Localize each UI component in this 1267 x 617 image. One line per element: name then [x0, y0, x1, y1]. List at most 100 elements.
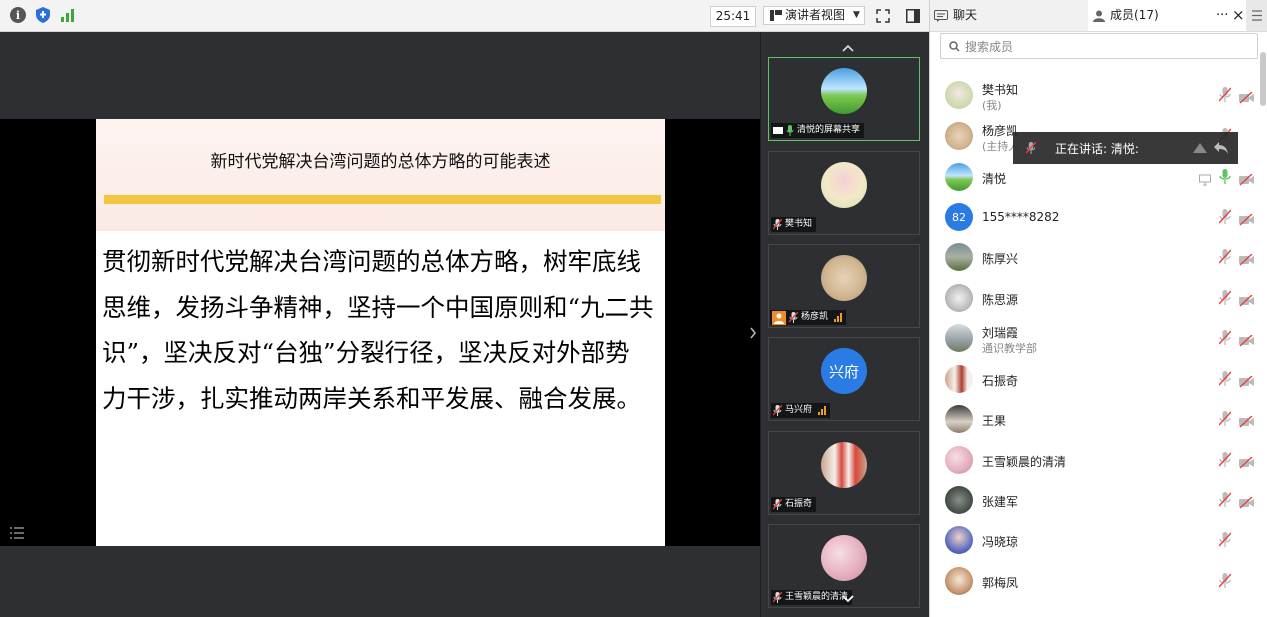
view-mode-dropdown[interactable]: 演讲者视图 ▼ — [763, 6, 865, 25]
camera-off-icon[interactable] — [1239, 89, 1254, 104]
tab-chat-label: 聊天 — [953, 8, 978, 22]
avatar — [821, 535, 867, 581]
panel-menu-icon[interactable] — [1246, 0, 1267, 31]
shield-icon[interactable] — [35, 7, 51, 23]
video-tile-name: 王雪颖晨的清清 — [785, 592, 849, 602]
scroll-up-icon[interactable] — [840, 40, 856, 54]
avatar: 兴府 — [821, 348, 867, 394]
mic-muted-icon[interactable] — [1218, 371, 1233, 387]
avatar — [945, 486, 973, 514]
camera-off-icon[interactable] — [1239, 211, 1254, 226]
scroll-down-icon[interactable] — [841, 590, 855, 603]
panel-tabs: 聊天 成员(17) ··· × — [930, 0, 1267, 32]
member-row[interactable]: 陈思源 — [929, 278, 1259, 318]
member-row[interactable]: 冯晓琼 — [929, 520, 1259, 560]
avatar — [821, 162, 867, 208]
close-icon[interactable]: × — [1232, 0, 1245, 31]
camera-off-icon[interactable] — [1239, 373, 1254, 388]
info-icon[interactable]: i — [10, 7, 26, 23]
mic-muted-icon — [773, 592, 782, 603]
member-row[interactable]: 石振奇 — [929, 359, 1259, 399]
mic-muted-icon — [773, 499, 782, 510]
list-menu-icon[interactable] — [9, 525, 25, 541]
mic-active-icon[interactable] — [1219, 169, 1233, 185]
mic-muted-icon[interactable] — [1218, 573, 1233, 589]
meeting-timer: 25:41 — [710, 6, 756, 27]
mic-muted-icon — [1026, 142, 1036, 154]
member-row[interactable]: 王果 — [929, 399, 1259, 439]
camera-off-icon[interactable] — [1239, 251, 1254, 266]
search-icon — [949, 40, 960, 52]
mic-muted-icon[interactable] — [1218, 290, 1233, 306]
presentation-slide: 新时代党解决台湾问题的总体方略的可能表述 贯彻新时代党解决台湾问题的总体方略，树… — [96, 119, 665, 546]
member-row[interactable]: 张建军 — [929, 480, 1259, 520]
member-row[interactable]: 陈厚兴 — [929, 237, 1259, 277]
member-icon — [1093, 10, 1105, 22]
screen-share-icon — [773, 126, 783, 134]
member-row[interactable]: 樊书知 (我) — [929, 75, 1259, 115]
avatar — [821, 255, 867, 301]
member-name: 陈厚兴 — [982, 252, 1019, 266]
mic-muted-icon[interactable] — [1218, 452, 1233, 468]
avatar — [945, 163, 973, 191]
more-options-icon[interactable]: ··· — [1216, 0, 1228, 31]
member-name: 刘瑞霞 — [982, 326, 1019, 340]
avatar — [945, 324, 973, 352]
slide-title-underline — [104, 195, 661, 204]
camera-off-icon[interactable] — [1239, 292, 1254, 307]
video-tile-label: 樊书知 — [771, 217, 817, 232]
member-row[interactable]: 郭梅凤 — [929, 561, 1259, 601]
signal-strength-icon — [818, 406, 827, 415]
video-tile[interactable]: 樊书知 — [768, 151, 920, 235]
video-tile-screen-share[interactable]: 清悦的屏幕共享 — [768, 57, 920, 141]
toggle-sidebar-icon[interactable] — [906, 8, 920, 23]
tab-members[interactable]: 成员(17) — [1093, 0, 1159, 31]
member-name: 冯晓琼 — [982, 535, 1019, 549]
member-name: 155****8282 — [982, 210, 1060, 224]
member-search-input[interactable]: 搜索成员 — [940, 33, 1258, 59]
mic-muted-icon[interactable] — [1218, 249, 1233, 265]
mic-muted-icon[interactable] — [1218, 209, 1233, 225]
member-list-scrollbar[interactable] — [1260, 52, 1266, 106]
mic-muted-icon[interactable] — [1218, 411, 1233, 427]
network-signal-icon[interactable] — [60, 7, 76, 23]
camera-off-icon[interactable] — [1239, 494, 1254, 509]
avatar — [945, 446, 973, 474]
avatar — [945, 405, 973, 433]
tab-chat[interactable]: 聊天 — [934, 0, 977, 31]
member-row[interactable]: 刘瑞霞 通识教学部 — [929, 318, 1259, 358]
signal-strength-icon — [834, 313, 843, 322]
reply-icon — [1214, 142, 1228, 154]
slide-body-text: 贯彻新时代党解决台湾问题的总体方略，树牢底线思维，发扬斗争精神，坚持一个中国原则… — [102, 247, 654, 413]
member-row[interactable]: 82 155****8282 — [929, 197, 1259, 237]
avatar — [945, 284, 973, 312]
video-tile-name: 马兴府 — [785, 405, 813, 415]
slide-title: 新时代党解决台湾问题的总体方略的可能表述 — [210, 152, 551, 172]
camera-off-icon[interactable] — [1239, 332, 1254, 347]
mic-muted-icon — [789, 312, 798, 323]
meeting-toolbar: i 25:41 演讲者视图 ▼ — [0, 0, 929, 32]
camera-off-icon[interactable] — [1239, 454, 1254, 469]
video-tile-label: 杨彦凯 — [770, 310, 847, 325]
camera-off-icon[interactable] — [1239, 413, 1254, 428]
fullscreen-icon[interactable] — [876, 8, 890, 23]
video-tile[interactable]: 兴府 马兴府 — [768, 337, 920, 421]
speaking-indicator-text: 正在讲话: 清悦: — [1055, 141, 1139, 156]
collapse-panel-icon[interactable] — [748, 325, 758, 339]
camera-off-icon[interactable] — [1239, 171, 1254, 186]
avatar: 82 — [945, 203, 973, 231]
mic-muted-icon — [773, 405, 782, 416]
chevron-down-icon: ▼ — [853, 10, 860, 20]
mic-muted-icon[interactable] — [1218, 87, 1233, 103]
mic-muted-icon[interactable] — [1218, 492, 1233, 508]
video-tile[interactable]: 杨彦凯 — [768, 244, 920, 328]
member-row[interactable]: 王雪颖晨的清清 — [929, 440, 1259, 480]
video-tile[interactable]: 石振奇 — [768, 431, 920, 515]
chat-icon — [934, 9, 948, 22]
search-placeholder: 搜索成员 — [965, 39, 1014, 54]
mic-muted-icon[interactable] — [1218, 532, 1233, 548]
speaking-indicator-tooltip: 正在讲话: 清悦: — [1013, 132, 1238, 164]
mic-muted-icon[interactable] — [1218, 330, 1233, 346]
member-name: 樊书知 — [982, 83, 1019, 97]
member-name: 王雪颖晨的清清 — [982, 455, 1067, 469]
